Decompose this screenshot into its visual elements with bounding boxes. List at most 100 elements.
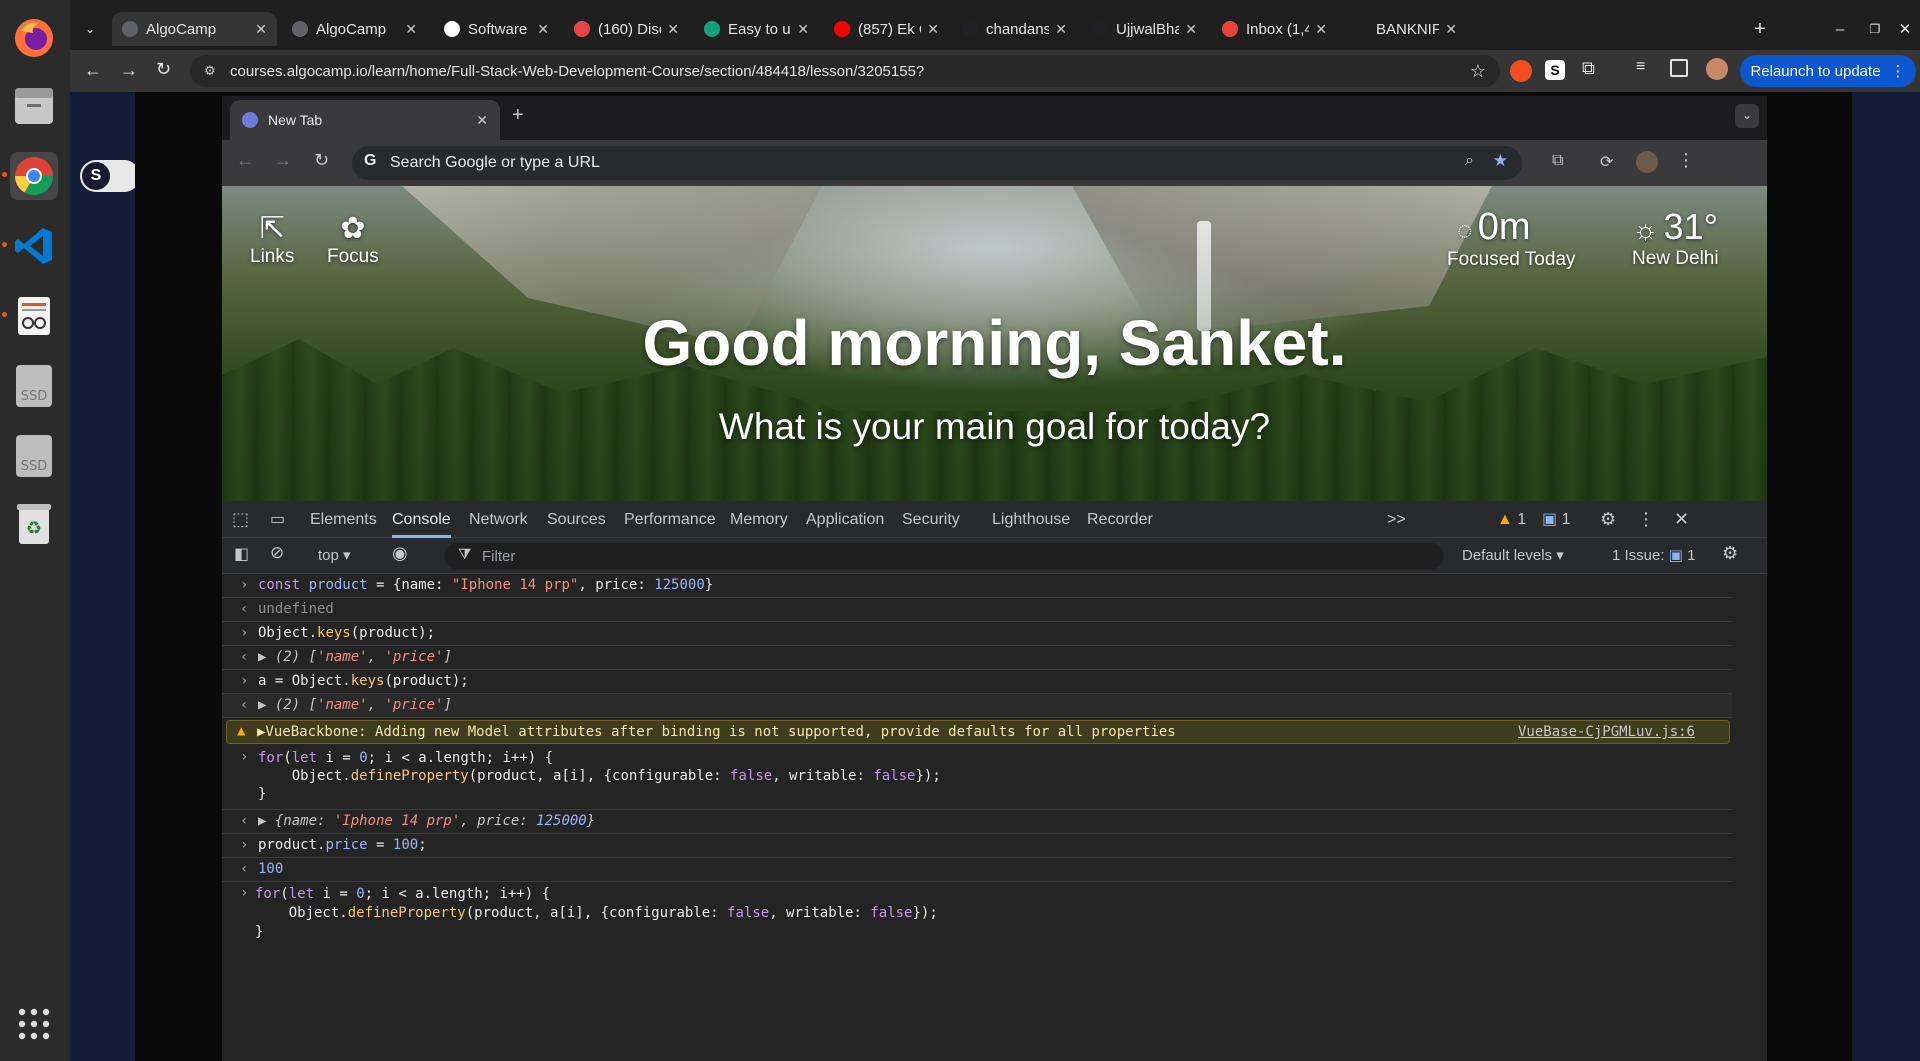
address-bar[interactable]: ⚙ courses.algocamp.io/learn/home/Full-St… (190, 55, 1500, 87)
extensions-puzzle-icon[interactable]: ⧉ (1582, 58, 1595, 79)
inner-sync-icon[interactable]: ⟳ (1600, 152, 1613, 172)
close-tab-icon[interactable]: ✕ (405, 21, 417, 38)
forward-icon[interactable]: → (120, 60, 138, 81)
inner-forward-icon[interactable]: → (274, 150, 292, 171)
bookmark-star-icon[interactable]: ★ (1493, 151, 1508, 171)
console-result-line[interactable]: ‹ ▶ (2) ['name', 'price'] (222, 646, 1732, 670)
browser-tab[interactable]: UjjwalBharti ✕ (1082, 12, 1207, 46)
browser-tab[interactable]: (857) Ek Char ✕ (824, 12, 949, 46)
inner-omnibox[interactable]: G Search Google or type a URL ⌕ ★ (352, 146, 1522, 180)
close-devtools-icon[interactable]: ✕ (1674, 501, 1689, 538)
inspect-element-icon[interactable]: ⬚ (232, 509, 249, 530)
links-button[interactable]: ⇱ Links (250, 211, 294, 268)
browser-tab[interactable]: AlgoCamp ✕ (112, 12, 277, 46)
console-result-line[interactable]: ‹ ▶ (2) ['name', 'price'] (222, 694, 1732, 718)
console-settings-icon[interactable]: ⚙ (1722, 543, 1738, 564)
clear-console-icon[interactable]: ⊘ (270, 543, 284, 563)
close-tab-icon[interactable]: ✕ (1315, 21, 1327, 38)
app-grid-icon[interactable] (10, 1000, 58, 1048)
ssd-drive-icon[interactable]: SSD (10, 432, 58, 480)
back-icon[interactable]: ← (84, 60, 102, 81)
inner-reload-icon[interactable]: ↻ (314, 150, 329, 171)
reload-icon[interactable]: ↻ (156, 59, 171, 80)
files-icon[interactable] (10, 82, 58, 130)
inner-back-icon[interactable]: ← (236, 150, 254, 171)
devtools-tab-security[interactable]: Security (902, 501, 960, 538)
inner-tab-search-icon[interactable]: ⌄ (1735, 104, 1759, 128)
avatar[interactable] (1706, 58, 1728, 80)
devtools-tab-sources[interactable]: Sources (547, 501, 606, 538)
inner-extensions-icon[interactable]: ⧉ (1552, 152, 1563, 170)
relaunch-button[interactable]: Relaunch to update ⋮ (1740, 55, 1916, 87)
devtools-tab-application[interactable]: Application (806, 501, 884, 538)
device-toolbar-icon[interactable]: ▭ (270, 509, 285, 529)
browser-tab[interactable]: BANKNIFTY ✕ (1342, 12, 1467, 46)
sidebar-toggle-icon[interactable]: ◧ (234, 544, 249, 564)
console-prompt-editor[interactable]: › for(let i = 0; i < a.length; i++) { Ob… (222, 882, 1732, 948)
devtools-tab-console[interactable]: Console (392, 501, 451, 538)
devtools-tab-recorder[interactable]: Recorder (1087, 501, 1153, 538)
focus-timer-widget[interactable]: ◌ 0m Focused Today (1447, 206, 1576, 271)
close-tab-icon[interactable]: ✕ (1445, 21, 1457, 38)
tab-search-button[interactable]: ⌄ (70, 12, 110, 46)
devtools-tab-elements[interactable]: Elements (310, 501, 377, 538)
extension-icon[interactable] (1510, 60, 1532, 82)
inner-new-tab-button[interactable]: + (512, 104, 524, 127)
browser-tab[interactable]: chandansiku ✕ (952, 12, 1077, 46)
devtools-tab-lighthouse[interactable]: Lighthouse (992, 501, 1070, 538)
zoom-icon[interactable]: ⌕ (1465, 152, 1474, 170)
close-tab-icon[interactable]: ✕ (797, 21, 809, 38)
warnings-counter[interactable]: ▲ 1 (1497, 501, 1526, 538)
goal-question[interactable]: What is your main goal for today? (222, 406, 1767, 448)
console-warning[interactable]: ▲ ▶VueBackbone: Adding new Model attribu… (226, 720, 1730, 744)
minimize-button[interactable]: – (1825, 12, 1855, 46)
side-panel-icon[interactable] (1670, 59, 1688, 77)
context-selector[interactable]: top ▾ (318, 546, 351, 564)
filter-input[interactable]: ⧩ Filter (444, 543, 1444, 569)
focus-button[interactable]: ✿ Focus (327, 211, 379, 268)
inner-menu-icon[interactable]: ⋮ (1677, 150, 1695, 171)
close-tab-icon[interactable]: ✕ (927, 21, 939, 38)
console-input-line[interactable]: › Object.keys(product); (222, 622, 1732, 646)
browser-tab[interactable]: AlgoCamp ✕ (282, 12, 427, 46)
inner-tab[interactable]: New Tab ✕ (230, 100, 500, 140)
console-input-line[interactable]: › product.price = 100; (222, 834, 1732, 858)
firefox-icon[interactable] (10, 14, 58, 62)
new-tab-button[interactable]: + (1740, 12, 1780, 46)
console-input-line[interactable]: › a = Object.keys(product); (222, 670, 1732, 694)
close-tab-icon[interactable]: ✕ (255, 21, 267, 38)
trash-icon[interactable]: ♻ (10, 500, 58, 548)
messages-counter[interactable]: ▣ 1 (1542, 501, 1570, 538)
close-tab-icon[interactable]: ✕ (1055, 21, 1067, 38)
browser-tab[interactable]: Inbox (1,498) ✕ (1212, 12, 1337, 46)
browser-tab[interactable]: Easy to use C ✕ (694, 12, 819, 46)
inner-avatar[interactable] (1636, 151, 1658, 173)
warning-source-link[interactable]: VueBase-CjPGMLuv.js:6 (1518, 724, 1695, 740)
weather-widget[interactable]: ☼ 31° New Delhi (1632, 206, 1719, 270)
bookmark-star-icon[interactable]: ☆ (1470, 61, 1486, 82)
eye-icon[interactable]: ◉ (392, 543, 408, 564)
user-toggle[interactable]: S (80, 160, 140, 192)
console-result-line[interactable]: ‹ ▶ {name: 'Iphone 14 prp', price: 12500… (222, 810, 1732, 834)
issues-counter[interactable]: 1 Issue: ▣ 1 (1612, 546, 1695, 564)
extension-s-icon[interactable]: S (1545, 60, 1565, 80)
kebab-menu-icon[interactable]: ⋮ (1637, 501, 1655, 538)
close-tab-icon[interactable]: ✕ (667, 21, 679, 38)
chrome-icon[interactable] (2, 152, 58, 200)
text-editor-icon[interactable] (2, 292, 58, 340)
close-tab-icon[interactable]: ✕ (1185, 21, 1197, 38)
more-tabs-button[interactable]: >> (1387, 501, 1406, 538)
browser-tab[interactable]: (160) Discord ✕ (564, 12, 689, 46)
site-info-icon[interactable]: ⚙ (204, 63, 216, 79)
ssd-drive-icon[interactable]: SSD (10, 362, 58, 410)
maximize-button[interactable]: ❐ (1860, 12, 1890, 46)
devtools-tab-memory[interactable]: Memory (730, 501, 788, 538)
browser-tab[interactable]: Software Dev ✕ (434, 12, 559, 46)
devtools-tab-performance[interactable]: Performance (624, 501, 716, 538)
devtools-tab-network[interactable]: Network (469, 501, 528, 538)
log-levels-dropdown[interactable]: Default levels ▾ (1462, 546, 1564, 564)
vscode-icon[interactable] (2, 222, 58, 270)
close-icon[interactable]: ✕ (476, 112, 488, 129)
settings-gear-icon[interactable]: ⚙ (1600, 501, 1616, 538)
console-input-line[interactable]: › for(let i = 0; i < a.length; i++) { Ob… (222, 746, 1732, 810)
